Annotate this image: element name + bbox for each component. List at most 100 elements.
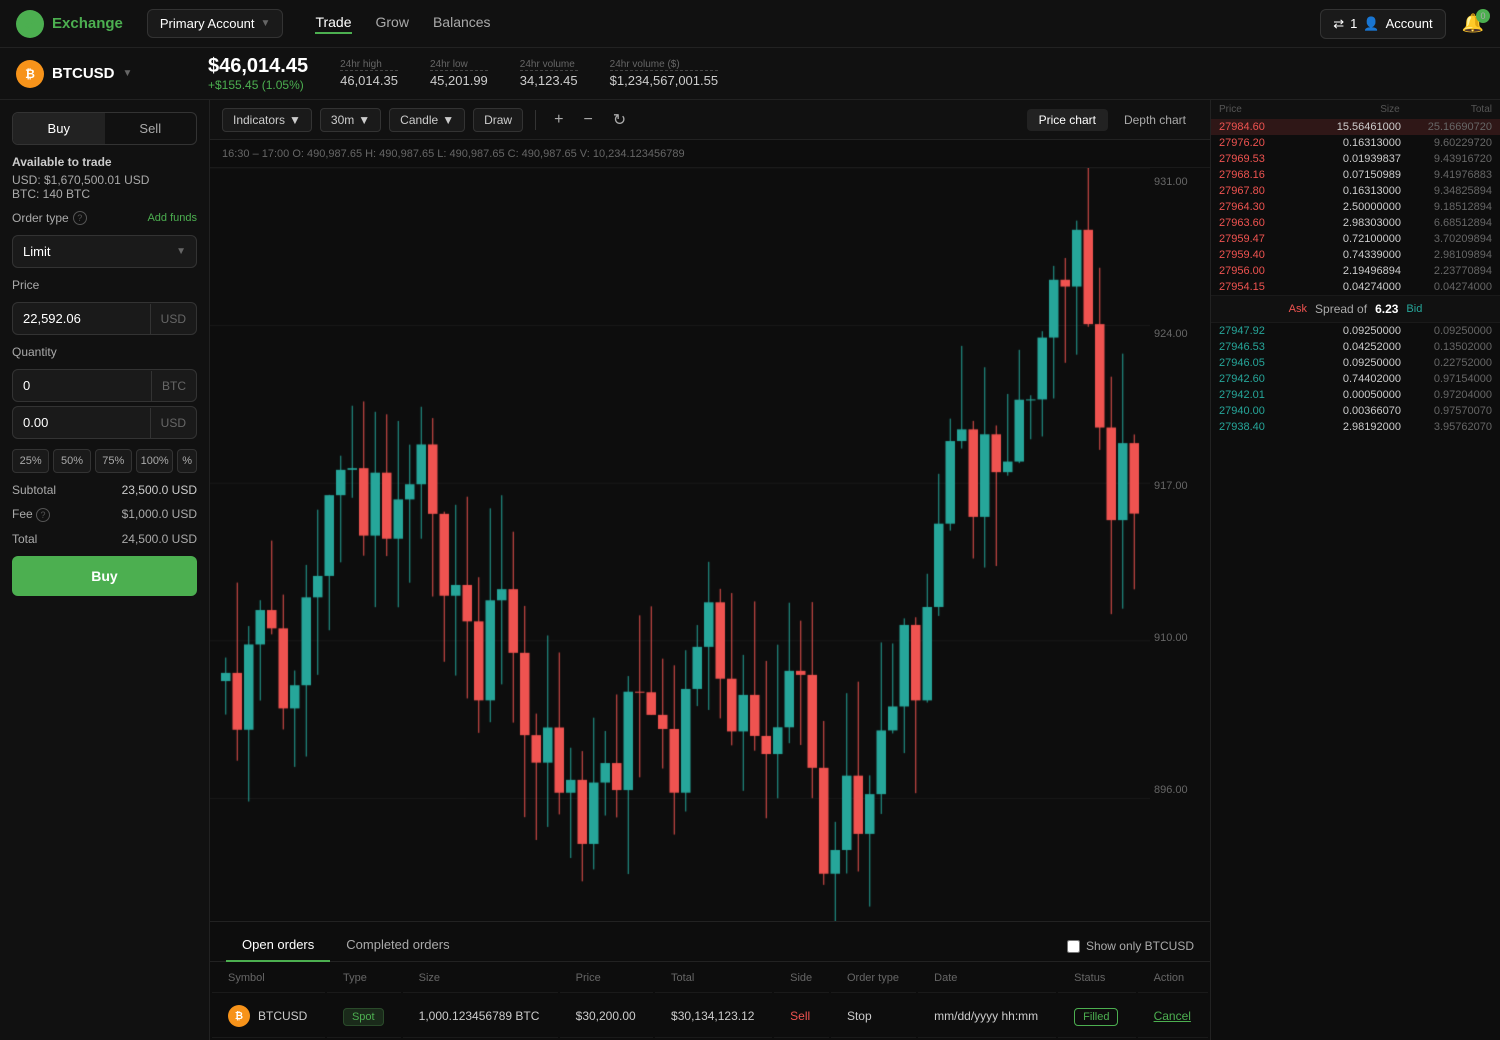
candle-button[interactable]: Candle ▼ (389, 108, 465, 132)
price-chart-tab[interactable]: Price chart (1027, 109, 1108, 131)
ask-total: 9.60229720 (1401, 137, 1492, 149)
ask-size: 0.16313000 (1310, 137, 1401, 149)
chart-ohlcv: 16:30 – 17:00 O: 490,987.65 H: 490,987.6… (210, 140, 1210, 168)
ask-row[interactable]: 27959.47 0.72100000 3.70209894 (1211, 231, 1500, 247)
nav-grow[interactable]: Grow (376, 14, 409, 34)
buy-button[interactable]: Buy (12, 556, 197, 596)
ask-row[interactable]: 27968.16 0.07150989 9.41976883 (1211, 167, 1500, 183)
draw-button[interactable]: Draw (473, 108, 523, 132)
order-size: 1,000.123456789 BTC (403, 995, 558, 1038)
indicators-button[interactable]: Indicators ▼ (222, 108, 312, 132)
stat-high-label: 24hr high (340, 59, 398, 71)
ask-price: 27984.60 (1219, 121, 1310, 133)
ask-row[interactable]: 27964.30 2.50000000 9.18512894 (1211, 199, 1500, 215)
pct-100-button[interactable]: 100% (136, 449, 173, 473)
sell-tab[interactable]: Sell (105, 113, 197, 144)
ask-size: 0.74339000 (1310, 249, 1401, 261)
symbol-selector[interactable]: ₿ BTCUSD ▼ (16, 60, 176, 88)
order-type-select[interactable]: Limit ▼ (12, 235, 197, 268)
btc-icon: ₿ (16, 60, 44, 88)
quantity-btc-currency: BTC (151, 371, 196, 401)
bid-size: 0.00366070 (1310, 405, 1401, 417)
zoom-out-icon[interactable]: − (577, 107, 598, 133)
ask-size: 0.04274000 (1310, 281, 1401, 293)
order-date: mm/dd/yyyy hh:mm (918, 995, 1056, 1038)
current-price: $46,014.45 (208, 55, 308, 78)
subtotal-row: Subtotal 23,500.0 USD (12, 483, 197, 497)
bid-row[interactable]: 27942.01 0.00050000 0.97204000 (1211, 387, 1500, 403)
bid-row[interactable]: 27947.92 0.09250000 0.09250000 (1211, 323, 1500, 339)
col-action: Action (1138, 964, 1208, 993)
nav-links: Trade Grow Balances (315, 14, 490, 34)
col-order-type: Order type (831, 964, 916, 993)
ask-row[interactable]: 27969.53 0.01939837 9.43916720 (1211, 151, 1500, 167)
orders-header-row: Symbol Type Size Price Total Side Order … (212, 964, 1208, 993)
available-section: Available to trade USD: $1,670,500.01 US… (12, 155, 197, 201)
zoom-in-icon[interactable]: + (548, 107, 569, 133)
bid-row[interactable]: 27942.60 0.74402000 0.97154000 (1211, 371, 1500, 387)
depth-chart-tab[interactable]: Depth chart (1112, 109, 1198, 131)
show-only-checkbox[interactable] (1067, 940, 1080, 953)
stat-24hr-volume-usd: 24hr volume ($) $1,234,567,001.55 (610, 59, 718, 88)
bid-price: 27946.53 (1219, 341, 1310, 353)
quantity-btc-input[interactable] (13, 370, 151, 401)
logo-text: Exchange (52, 15, 123, 32)
bid-row[interactable]: 27946.53 0.04252000 0.13502000 (1211, 339, 1500, 355)
price-change: +$155.45 (1.05%) (208, 78, 308, 92)
ask-row[interactable]: 27984.60 15.56461000 25.16690720 (1211, 119, 1500, 135)
bid-total: 0.97154000 (1401, 373, 1492, 385)
available-btc: BTC: 140 BTC (12, 187, 197, 201)
timeframe-button[interactable]: 30m ▼ (320, 108, 381, 132)
bid-row[interactable]: 27940.00 0.00366070 0.97570070 (1211, 403, 1500, 419)
ask-row[interactable]: 27954.15 0.04274000 0.04274000 (1211, 279, 1500, 295)
buy-tab[interactable]: Buy (13, 113, 105, 144)
ask-price: 27976.20 (1219, 137, 1310, 149)
account-btn-label: Account (1386, 16, 1433, 31)
cancel-link[interactable]: Cancel (1154, 1009, 1191, 1023)
ask-row[interactable]: 27956.00 2.19496894 2.23770894 (1211, 263, 1500, 279)
pct-75-button[interactable]: 75% (95, 449, 132, 473)
order-type-info-icon[interactable]: ? (73, 211, 87, 225)
bid-total: 0.09250000 (1401, 325, 1492, 337)
bid-size: 0.04252000 (1310, 341, 1401, 353)
order-type-value: Limit (23, 244, 50, 259)
price-input[interactable] (13, 303, 150, 334)
ask-size: 15.56461000 (1310, 121, 1401, 133)
ask-row[interactable]: 27967.80 0.16313000 9.34825894 (1211, 183, 1500, 199)
bid-row[interactable]: 27938.40 2.98192000 3.95762070 (1211, 419, 1500, 435)
pct-50-button[interactable]: 50% (53, 449, 90, 473)
open-orders-tab[interactable]: Open orders (226, 929, 330, 962)
fee-info-icon[interactable]: ? (36, 508, 50, 522)
add-funds-link[interactable]: Add funds (147, 212, 197, 224)
notification-button[interactable]: 🔔 0 (1462, 13, 1484, 34)
nav-trade[interactable]: Trade (315, 14, 351, 34)
candlestick-chart[interactable]: 931.00 924.00 917.00 910.00 896.00 889.0… (210, 168, 1210, 956)
nav-balances[interactable]: Balances (433, 14, 491, 34)
ask-total: 2.98109894 (1401, 249, 1492, 261)
chart-view-tabs: Price chart Depth chart (1027, 109, 1198, 131)
transfer-button[interactable]: ⇄ 1 👤 Account (1320, 9, 1445, 39)
pct-25-button[interactable]: 25% (12, 449, 49, 473)
refresh-icon[interactable]: ↻ (607, 106, 632, 134)
logo[interactable]: ⇄ Exchange (16, 10, 123, 38)
bid-total: 0.22752000 (1401, 357, 1492, 369)
col-status: Status (1058, 964, 1135, 993)
bid-row[interactable]: 27946.05 0.09250000 0.22752000 (1211, 355, 1500, 371)
pct-symbol-button[interactable]: % (177, 449, 197, 473)
quantity-usd-input-group: USD (12, 406, 197, 439)
filled-badge: Filled (1074, 1008, 1118, 1026)
order-action[interactable]: Cancel (1138, 995, 1208, 1038)
ask-row[interactable]: 27959.40 0.74339000 2.98109894 (1211, 247, 1500, 263)
order-symbol-name: BTCUSD (258, 1009, 307, 1023)
available-usd: USD: $1,670,500.01 USD (12, 173, 197, 187)
bid-price: 27947.92 (1219, 325, 1310, 337)
ask-row[interactable]: 27976.20 0.16313000 9.60229720 (1211, 135, 1500, 151)
ask-price: 27964.30 (1219, 201, 1310, 213)
show-only-filter[interactable]: Show only BTCUSD (1067, 939, 1194, 953)
ask-row[interactable]: 27963.60 2.98303000 6.68512894 (1211, 215, 1500, 231)
completed-orders-tab[interactable]: Completed orders (330, 929, 465, 962)
quantity-usd-input[interactable] (13, 407, 150, 438)
account-selector[interactable]: Primary Account ▼ (147, 9, 284, 38)
y-label-5: 896.00 (1154, 784, 1206, 796)
ask-total: 2.23770894 (1401, 265, 1492, 277)
